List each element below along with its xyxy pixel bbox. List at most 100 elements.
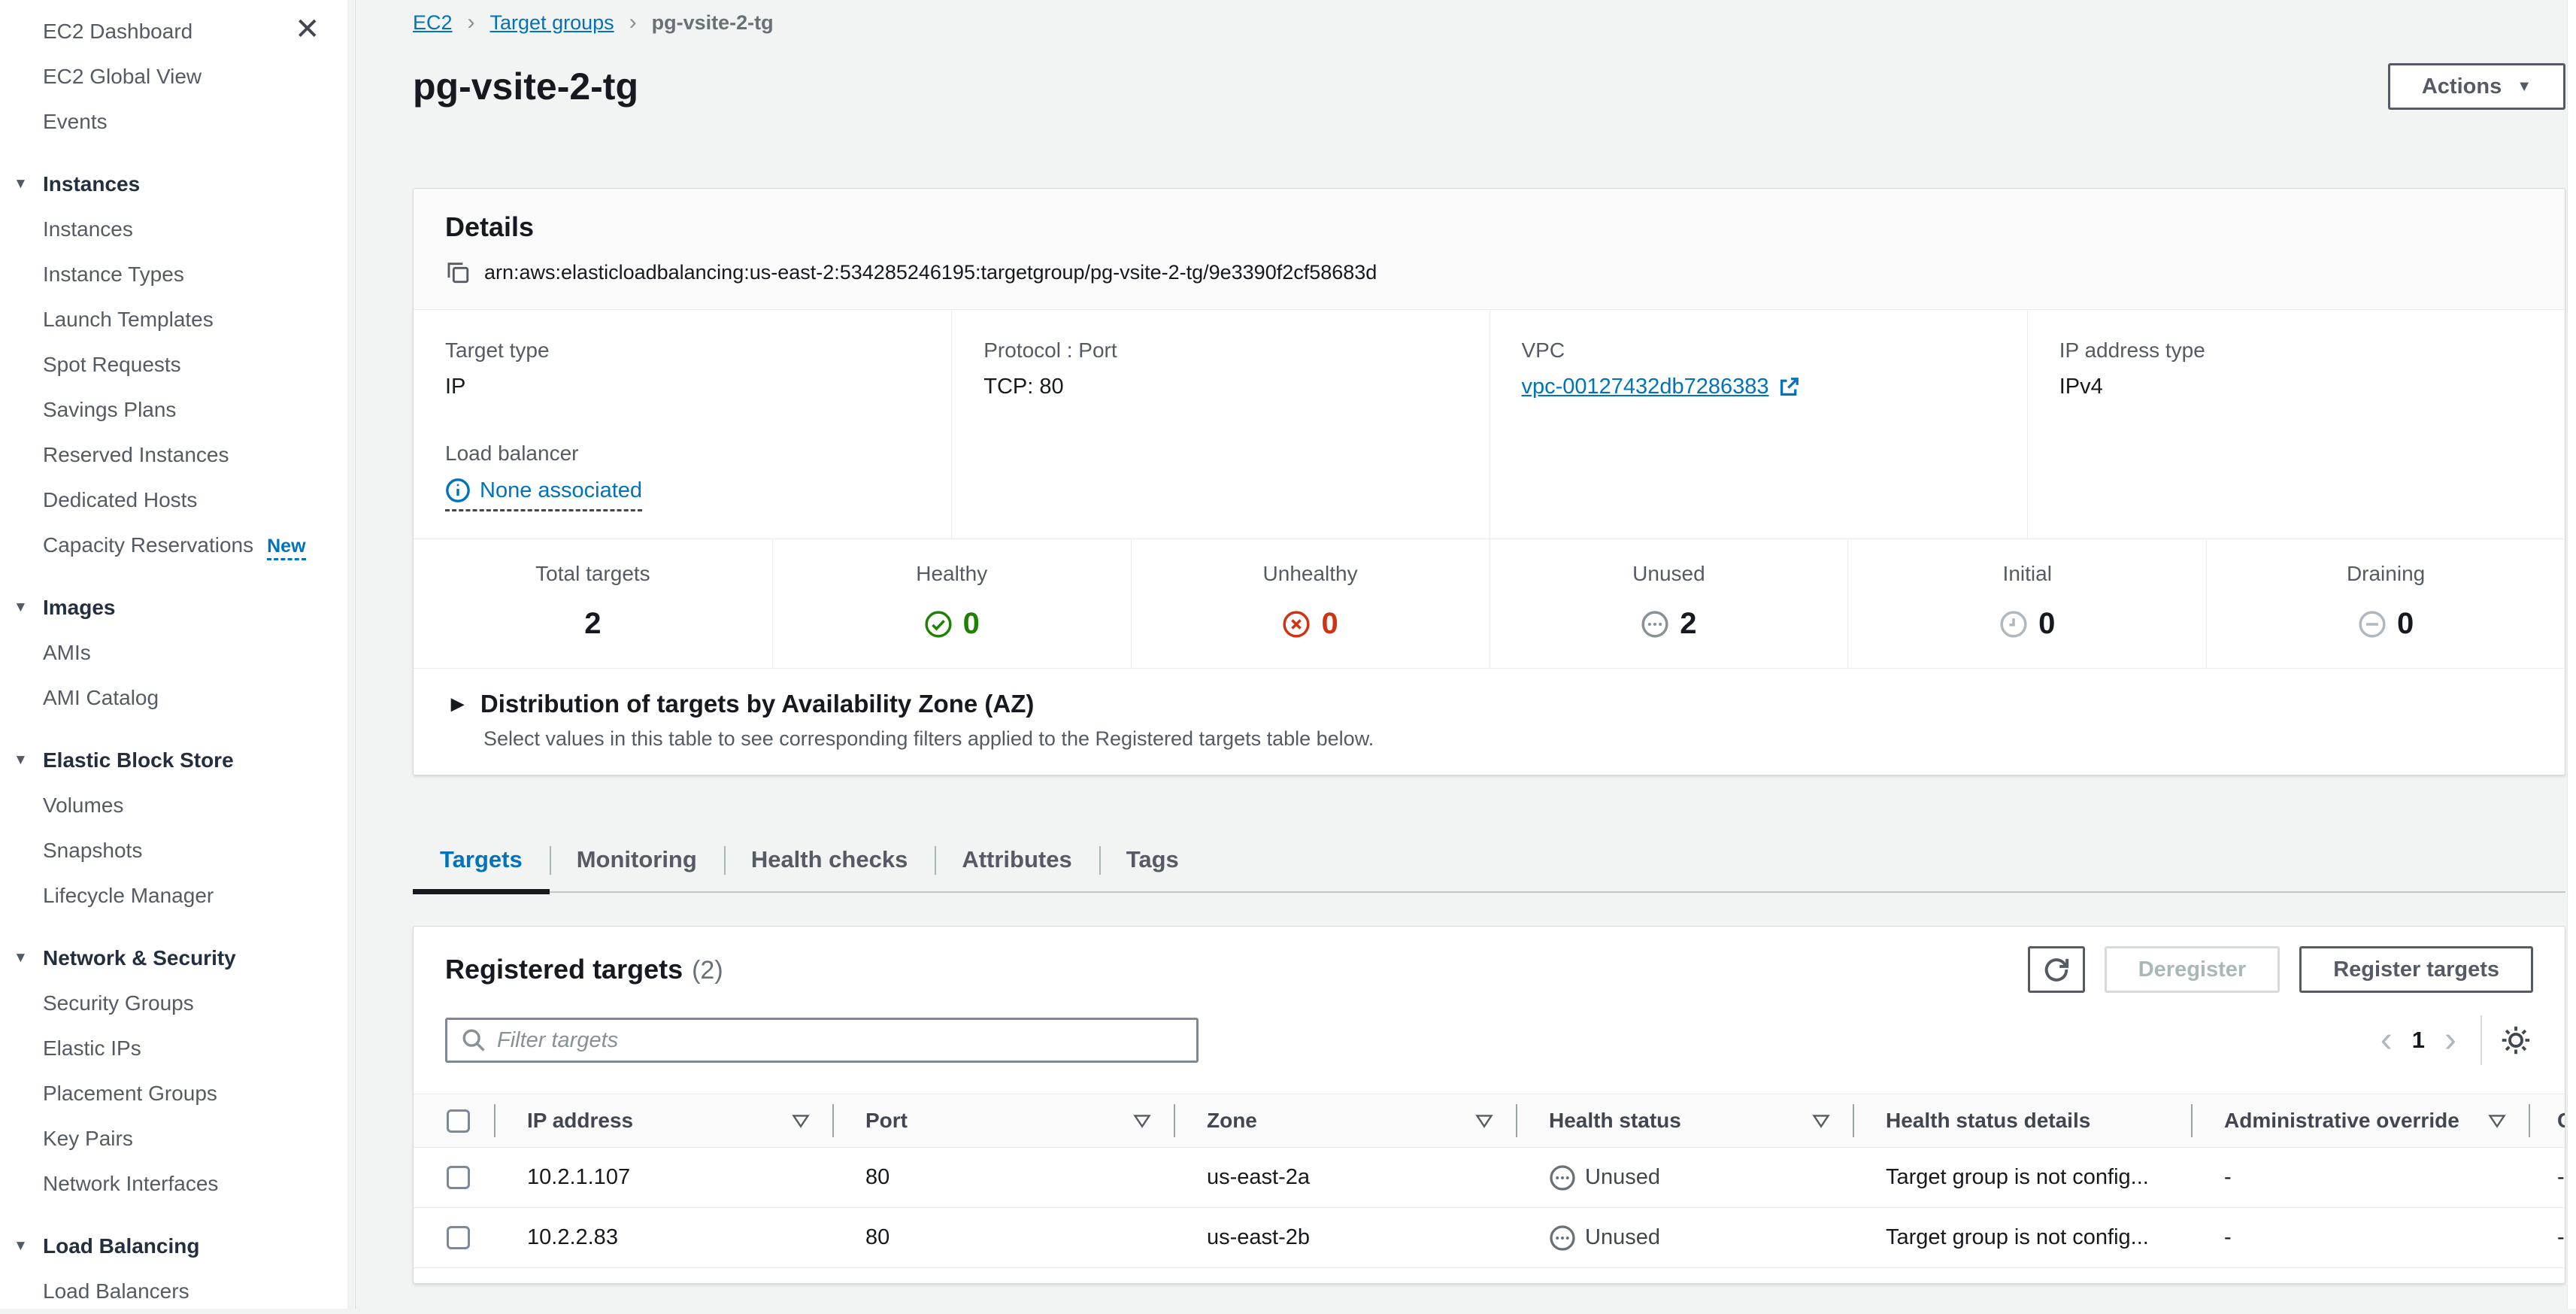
sidebar-item-events[interactable]: Events	[0, 99, 355, 144]
sidebar-item-network-interfaces[interactable]: Network Interfaces	[0, 1161, 355, 1206]
tab-attributes[interactable]: Attributes	[935, 828, 1099, 891]
stat-label: Initial	[1848, 562, 2206, 586]
column-header-ip-address[interactable]: IP address	[494, 1094, 832, 1147]
actions-button-label: Actions	[2422, 74, 2502, 99]
sidebar-item-elastic-ips[interactable]: Elastic IPs	[0, 1026, 355, 1071]
sidebar-item-volumes[interactable]: Volumes	[0, 783, 355, 828]
protocol-port-label: Protocol : Port	[983, 338, 1474, 363]
check-circle-icon	[924, 610, 953, 639]
sidebar-item-ami-catalog[interactable]: AMI Catalog	[0, 675, 355, 721]
column-header-health-status-details[interactable]: Health status details	[1853, 1094, 2191, 1147]
minus-circle-icon	[2358, 610, 2387, 639]
column-header-health-status[interactable]: Health status	[1516, 1094, 1853, 1147]
cell-ip-address: 10.2.1.107	[494, 1148, 832, 1207]
breadcrumb: EC2 › Target groups › pg-vsite-2-tg	[413, 6, 2565, 39]
details-fields: Target type IP Load balancer None associ…	[414, 310, 2565, 539]
column-header-administrative-override[interactable]: Administrative override	[2191, 1094, 2529, 1147]
cell-administrative-override: -	[2191, 1208, 2529, 1267]
registered-targets-title: Registered targets	[445, 954, 683, 985]
sidebar-item-snapshots[interactable]: Snapshots	[0, 828, 355, 873]
sidebar-item-reserved-instances[interactable]: Reserved Instances	[0, 432, 355, 478]
chevron-right-icon[interactable]: ›	[2437, 1022, 2464, 1058]
table-row[interactable]: 10.2.2.83 80 us-east-2b Unused Target gr…	[414, 1208, 2565, 1268]
page-scrollbar[interactable]	[2567, 0, 2576, 1309]
divider	[2481, 1015, 2482, 1065]
stat-value: 0	[963, 607, 980, 641]
stat-label: Draining	[2207, 562, 2565, 586]
sidebar-item-capacity-reservations[interactable]: Capacity Reservations New	[0, 523, 355, 568]
stat-draining: Draining 0	[2206, 539, 2565, 668]
column-label: C	[2557, 1109, 2565, 1133]
sidebar-item-amis[interactable]: AMIs	[0, 630, 355, 675]
tab-monitoring[interactable]: Monitoring	[550, 828, 724, 891]
sidebar-item-instances[interactable]: Instances	[0, 207, 355, 252]
caret-down-icon: ▼	[14, 1224, 28, 1269]
copy-icon[interactable]	[445, 259, 471, 285]
column-label: Health status details	[1886, 1109, 2090, 1133]
sidebar-section-elastic-block-store[interactable]: ▼ Elastic Block Store	[0, 738, 355, 783]
load-balancer-field: Load balancer None associated	[445, 442, 936, 511]
tab-tags[interactable]: Tags	[1099, 828, 1206, 891]
pagination: ‹ 1 ›	[2373, 1015, 2533, 1065]
filter-triangle-icon[interactable]	[1133, 1114, 1151, 1128]
sidebar-section-network-security[interactable]: ▼ Network & Security	[0, 936, 355, 981]
gear-icon[interactable]	[2499, 1023, 2533, 1058]
select-all-checkbox[interactable]	[447, 1109, 470, 1133]
ip-address-type-label: IP address type	[2059, 338, 2550, 363]
health-status-text: Unused	[1585, 1225, 1660, 1250]
az-distribution-toggle[interactable]: ▶ Distribution of targets by Availabilit…	[451, 690, 2533, 718]
sidebar-item-placement-groups[interactable]: Placement Groups	[0, 1071, 355, 1116]
register-targets-button[interactable]: Register targets	[2299, 946, 2533, 993]
chevron-left-icon[interactable]: ‹	[2373, 1022, 2400, 1058]
new-badge[interactable]: New	[267, 536, 305, 560]
row-checkbox[interactable]	[447, 1226, 470, 1249]
column-header-zone[interactable]: Zone	[1174, 1094, 1516, 1147]
sidebar-item-spot-requests[interactable]: Spot Requests	[0, 342, 355, 387]
target-type-label: Target type	[445, 338, 936, 363]
filter-triangle-icon[interactable]	[1812, 1114, 1830, 1128]
sidebar-nav-list: EC2 Dashboard EC2 Global View Events ▼ I…	[0, 0, 355, 1314]
filter-targets-input[interactable]	[497, 1028, 1183, 1053]
sidebar-section-load-balancing[interactable]: ▼ Load Balancing	[0, 1224, 355, 1269]
table-row[interactable]: 10.2.1.107 80 us-east-2a Unused Target g…	[414, 1148, 2565, 1208]
stat-value: 0	[2038, 607, 2055, 641]
row-checkbox[interactable]	[447, 1166, 470, 1189]
page-number[interactable]: 1	[2400, 1027, 2437, 1054]
filter-triangle-icon[interactable]	[2488, 1114, 2506, 1128]
refresh-button[interactable]	[2028, 946, 2085, 993]
filter-targets-searchbox	[445, 1018, 1199, 1063]
column-header-cut-off: C	[2529, 1094, 2565, 1147]
sidebar-item-load-balancers[interactable]: Load Balancers	[0, 1269, 355, 1314]
chevron-right-icon: ›	[468, 10, 475, 35]
breadcrumb-link-target-groups[interactable]: Target groups	[490, 11, 614, 35]
sidebar-item-ec2-dashboard[interactable]: EC2 Dashboard	[0, 9, 355, 54]
load-balancer-none-associated[interactable]: None associated	[445, 478, 642, 511]
tab-bar: Targets Monitoring Health checks Attribu…	[413, 828, 2565, 893]
sidebar-item-security-groups[interactable]: Security Groups	[0, 981, 355, 1026]
stat-unhealthy: Unhealthy 0	[1131, 539, 1490, 668]
sidebar-item-savings-plans[interactable]: Savings Plans	[0, 387, 355, 432]
column-header-port[interactable]: Port	[832, 1094, 1174, 1147]
sidebar-section-images[interactable]: ▼ Images	[0, 585, 355, 630]
sidebar-item-ec2-global-view[interactable]: EC2 Global View	[0, 54, 355, 99]
sidebar-item-instance-types[interactable]: Instance Types	[0, 252, 355, 297]
sidebar-item-lifecycle-manager[interactable]: Lifecycle Manager	[0, 873, 355, 918]
caret-down-icon: ▼	[14, 162, 28, 207]
column-label: IP address	[527, 1109, 633, 1133]
ellipsis-circle-icon	[1549, 1164, 1576, 1191]
sidebar-section-instances[interactable]: ▼ Instances	[0, 162, 355, 207]
sidebar-item-launch-templates[interactable]: Launch Templates	[0, 297, 355, 342]
tab-targets[interactable]: Targets	[413, 828, 550, 891]
tab-health-checks[interactable]: Health checks	[724, 828, 935, 891]
actions-button[interactable]: Actions ▼	[2388, 63, 2565, 110]
sidebar-item-dedicated-hosts[interactable]: Dedicated Hosts	[0, 478, 355, 523]
deregister-button[interactable]: Deregister	[2105, 946, 2280, 993]
filter-triangle-icon[interactable]	[792, 1114, 810, 1128]
sidebar-item-key-pairs[interactable]: Key Pairs	[0, 1116, 355, 1161]
main-content: EC2 › Target groups › pg-vsite-2-tg pg-v…	[356, 0, 2576, 1309]
sidebar-item-label: Capacity Reservations	[43, 533, 253, 557]
load-balancer-value: None associated	[480, 478, 642, 503]
filter-triangle-icon[interactable]	[1475, 1114, 1493, 1128]
vpc-link[interactable]: vpc-00127432db7286383	[1522, 375, 1769, 399]
breadcrumb-link-ec2[interactable]: EC2	[413, 11, 453, 35]
